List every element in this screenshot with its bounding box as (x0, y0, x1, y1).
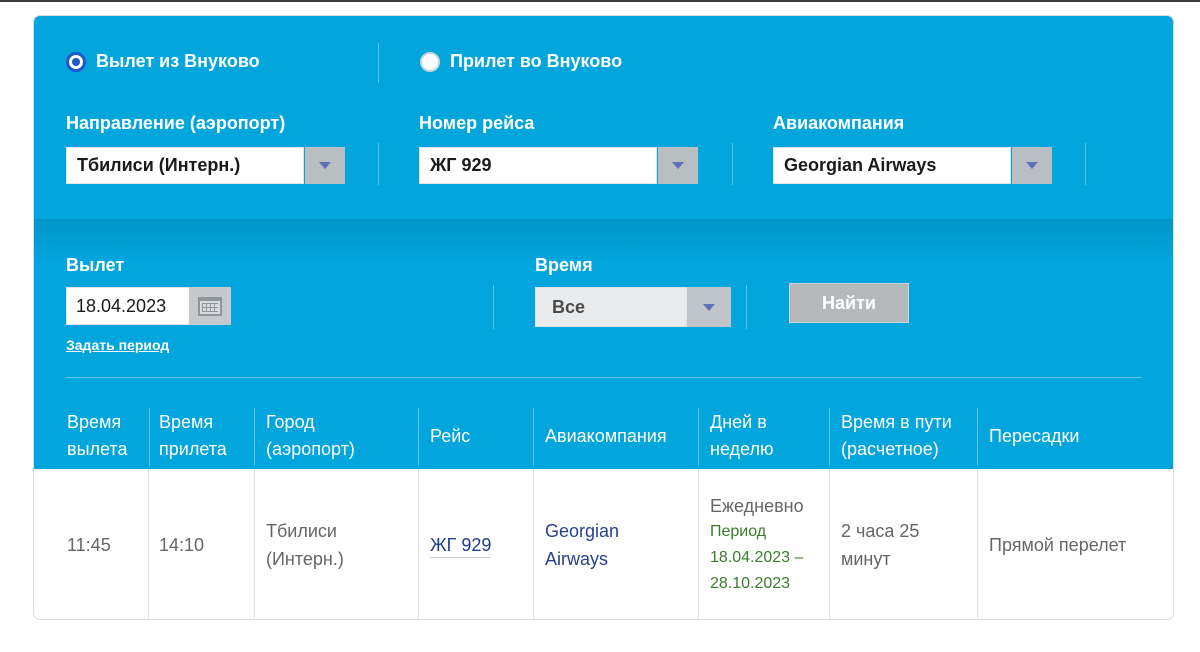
radio-arrival-label: Прилет во Внуково (450, 51, 623, 71)
header-transfers: Пересадки (989, 404, 1149, 468)
chevron-down-icon (672, 162, 684, 169)
flight-number-link[interactable]: ЖГ 929 (430, 533, 492, 558)
header-departure-time: Время вылета (67, 404, 147, 468)
divider (378, 143, 379, 185)
header-text: Авиакомпания (545, 425, 667, 446)
period-end: 28.10.2023 (710, 575, 791, 592)
header-text: (аэропорт) (266, 439, 355, 459)
period-label: Период (710, 523, 767, 540)
airline-label: Авиакомпания (773, 113, 905, 133)
cell-city: Тбилиси (Интерн.) (266, 469, 406, 619)
filter-area-divider-band (34, 219, 1173, 259)
period-start: 18.04.2023 – (710, 549, 804, 566)
header-text: прилета (159, 439, 227, 459)
chevron-down-icon (319, 162, 331, 169)
header-text: (расчетное) (841, 439, 939, 459)
cell-transfers: Прямой перелет (989, 535, 1127, 555)
header-text: Рейс (430, 425, 471, 446)
divider (977, 408, 978, 466)
divider (149, 408, 150, 466)
divider (533, 469, 534, 619)
destination-dropdown-button[interactable] (305, 147, 345, 184)
time-dropdown-button[interactable] (687, 287, 731, 327)
divider (732, 143, 733, 185)
radio-arrival[interactable]: Прилет во Внуково (420, 51, 622, 72)
airline-select[interactable]: Georgian Airways (773, 147, 1011, 184)
days-value: Ежедневно (710, 496, 804, 516)
calendar-button[interactable] (189, 287, 231, 325)
header-duration: Время в пути (расчетное) (841, 404, 976, 468)
divider (418, 408, 419, 466)
header-text: Дней в (710, 412, 767, 432)
header-text: Время в пути (841, 412, 952, 432)
destination-select[interactable]: Тбилиси (Интерн.) (66, 147, 304, 184)
departure-date-label: Вылет (66, 255, 125, 275)
airline-name-line: Airways (545, 549, 609, 569)
destination-label: Направление (аэропорт) (66, 113, 286, 133)
divider (829, 408, 830, 466)
calendar-icon (198, 296, 222, 316)
flight-number-dropdown-button[interactable] (658, 147, 698, 184)
radio-departure-label: Вылет из Внуково (96, 51, 260, 71)
duration-line: 2 часа 25 (841, 521, 920, 541)
cell-days: Ежедневно Период 18.04.2023 – 28.10.2023 (710, 469, 828, 619)
flight-number-select[interactable]: ЖГ 929 (419, 147, 657, 184)
divider (746, 285, 747, 329)
cell-duration: 2 часа 25 минут (841, 469, 976, 619)
divider (698, 469, 699, 619)
header-city: Город (аэропорт) (266, 404, 406, 468)
flight-search-panel: Вылет из Внуково Прилет во Внуково Напра… (33, 15, 1174, 620)
airline-name-line: Georgian (545, 521, 620, 541)
divider (254, 469, 255, 619)
divider (493, 285, 494, 329)
airline-link[interactable]: Georgian Airways (545, 517, 619, 573)
header-days: Дней в неделю (710, 404, 820, 468)
divider (977, 469, 978, 619)
divider (1085, 143, 1086, 185)
header-text: вылета (67, 439, 128, 459)
cell-departure-time: 11:45 (67, 535, 111, 555)
city-name: Тбилиси (266, 521, 337, 541)
departure-date-input[interactable]: 18.04.2023 (66, 287, 190, 325)
header-text: неделю (710, 439, 774, 459)
time-select[interactable]: Все (535, 287, 687, 327)
duration-line: минут (841, 549, 891, 569)
cell-flight: ЖГ 929 (430, 469, 530, 619)
find-button[interactable]: Найти (789, 283, 909, 323)
cell-arrival-time: 14:10 (159, 535, 205, 555)
header-flight: Рейс (430, 404, 530, 468)
divider (148, 469, 149, 619)
set-period-link[interactable]: Задать период (66, 337, 169, 353)
radio-unchecked-icon (420, 51, 440, 72)
header-airline: Авиакомпания (545, 404, 695, 468)
header-text: Время (67, 412, 122, 432)
flight-number-label: Номер рейса (419, 113, 535, 133)
divider (418, 469, 419, 619)
divider (829, 469, 830, 619)
header-arrival-time: Время прилета (159, 404, 249, 468)
divider (533, 408, 534, 466)
radio-checked-icon (66, 51, 86, 72)
divider (698, 408, 699, 466)
airline-dropdown-button[interactable] (1012, 147, 1052, 184)
top-border (0, 0, 1200, 2)
header-text: Время (159, 412, 214, 432)
header-text: Пересадки (989, 425, 1080, 446)
divider (254, 408, 255, 466)
cell-airline: Georgian Airways (545, 469, 695, 619)
chevron-down-icon (703, 303, 715, 311)
chevron-down-icon (1026, 162, 1038, 169)
time-label: Время (535, 255, 593, 275)
radio-departure[interactable]: Вылет из Внуково (66, 51, 260, 72)
divider (378, 43, 379, 83)
divider (66, 377, 1142, 378)
header-text: Город (266, 412, 315, 432)
city-airport: (Интерн.) (266, 549, 344, 569)
